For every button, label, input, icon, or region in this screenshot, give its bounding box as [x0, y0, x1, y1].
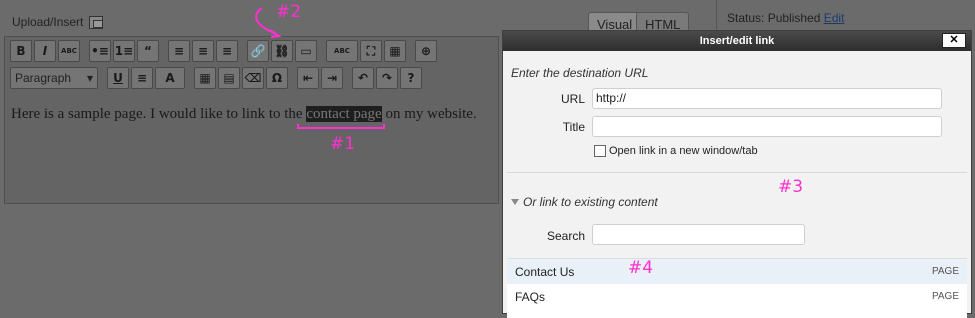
toolbar-row-2: Paragraph ▾ U ≡ A ▦ ▤ ⌫ Ω ⇤ ⇥ ↶ ↷ ?: [10, 67, 422, 89]
title-input[interactable]: [592, 116, 942, 137]
url-label: URL: [560, 92, 585, 106]
dialog-title: Insert/edit link: [699, 35, 775, 47]
result-title: FAQs: [515, 289, 546, 304]
media-upload-icon[interactable]: [89, 15, 104, 29]
result-title: Contact Us: [515, 264, 575, 279]
existing-content-label: Or link to existing content: [523, 195, 658, 209]
align-left-button[interactable]: ≡: [168, 40, 190, 62]
outdent-button[interactable]: ⇤: [297, 67, 319, 89]
existing-content-toggle[interactable]: Or link to existing content: [511, 195, 658, 209]
numbered-list-button[interactable]: 1≡: [113, 40, 135, 62]
clear-formatting-icon[interactable]: ⌫: [242, 67, 264, 89]
search-label: Search: [546, 229, 585, 243]
annotation-label-3: #3: [778, 177, 804, 197]
destination-hint: Enter the destination URL: [511, 66, 649, 80]
search-input[interactable]: [592, 224, 805, 245]
annotation-label-1: #1: [330, 134, 356, 154]
strikethrough-button[interactable]: ABC: [58, 40, 80, 62]
insert-link-dialog: Insert/edit link ✕ Enter the destination…: [502, 30, 972, 318]
upload-label: Upload/Insert: [12, 15, 84, 29]
new-window-label: Open link in a new window/tab: [609, 145, 758, 157]
align-right-button[interactable]: ≡: [216, 40, 238, 62]
title-label: Title: [562, 120, 585, 134]
paste-word-icon[interactable]: ▤: [218, 67, 240, 89]
justify-button[interactable]: ≡: [131, 67, 153, 89]
editor-text-after: on my website.: [381, 106, 477, 122]
bullet-list-button[interactable]: •≡: [89, 40, 111, 62]
underline-button[interactable]: U: [107, 67, 129, 89]
add-media-icon[interactable]: ⊕: [415, 40, 437, 62]
unlink-button[interactable]: ⛓: [271, 40, 293, 62]
editor-text-before: Here is a sample page. I would like to l…: [11, 106, 307, 122]
help-icon[interactable]: ?: [400, 67, 422, 89]
status-label: Status: Published: [727, 11, 821, 25]
format-select-value: Paragraph: [15, 71, 72, 85]
close-button[interactable]: ✕: [942, 33, 966, 48]
list-item[interactable]: Contact Us PAGE: [507, 259, 967, 284]
special-character-button[interactable]: Ω: [266, 67, 288, 89]
indent-button[interactable]: ⇥: [321, 67, 343, 89]
undo-icon[interactable]: ↶: [352, 67, 374, 89]
result-type: PAGE: [931, 291, 959, 302]
new-window-checkbox[interactable]: [594, 145, 606, 157]
editor-content[interactable]: Here is a sample page. I would like to l…: [11, 106, 477, 123]
editor-text-selected: contact page: [306, 106, 382, 122]
fullscreen-icon[interactable]: ⛶: [360, 40, 382, 62]
blockquote-button[interactable]: “: [137, 40, 159, 62]
toolbar-row-1: B I ABC •≡ 1≡ “ ≡ ≡ ≡ 🔗 ⛓ ▭ ABC ⛶ ▦ ⊕: [10, 40, 437, 62]
chevron-down-icon: ▾: [86, 71, 93, 85]
paste-text-icon[interactable]: ▦: [194, 67, 216, 89]
format-select[interactable]: Paragraph ▾: [10, 67, 98, 89]
url-input[interactable]: http://: [592, 88, 942, 109]
section-divider: [507, 172, 967, 173]
align-center-button[interactable]: ≡: [192, 40, 214, 62]
dialog-title-bar: Insert/edit link ✕: [503, 31, 971, 51]
result-type: PAGE: [931, 266, 959, 277]
italic-button[interactable]: I: [34, 40, 56, 62]
spellcheck-button[interactable]: ABC: [326, 40, 358, 62]
insert-link-button[interactable]: 🔗: [247, 40, 269, 62]
annotation-label-4: #4: [628, 258, 654, 278]
kitchen-sink-icon[interactable]: ▦: [384, 40, 406, 62]
status-edit-link[interactable]: Edit: [824, 11, 845, 25]
list-item[interactable]: FAQs PAGE: [507, 284, 967, 309]
annotation-label-2: #2: [276, 2, 302, 22]
search-results-list: Contact Us PAGE FAQs PAGE: [507, 258, 967, 318]
more-tag-button[interactable]: ▭: [295, 40, 317, 62]
publish-status: Status: Published Edit: [727, 11, 844, 25]
collapse-triangle-icon: [511, 199, 519, 205]
upload-insert[interactable]: Upload/Insert: [12, 15, 104, 29]
redo-icon[interactable]: ↷: [376, 67, 398, 89]
text-color-button[interactable]: A: [155, 67, 185, 89]
bold-button[interactable]: B: [10, 40, 32, 62]
